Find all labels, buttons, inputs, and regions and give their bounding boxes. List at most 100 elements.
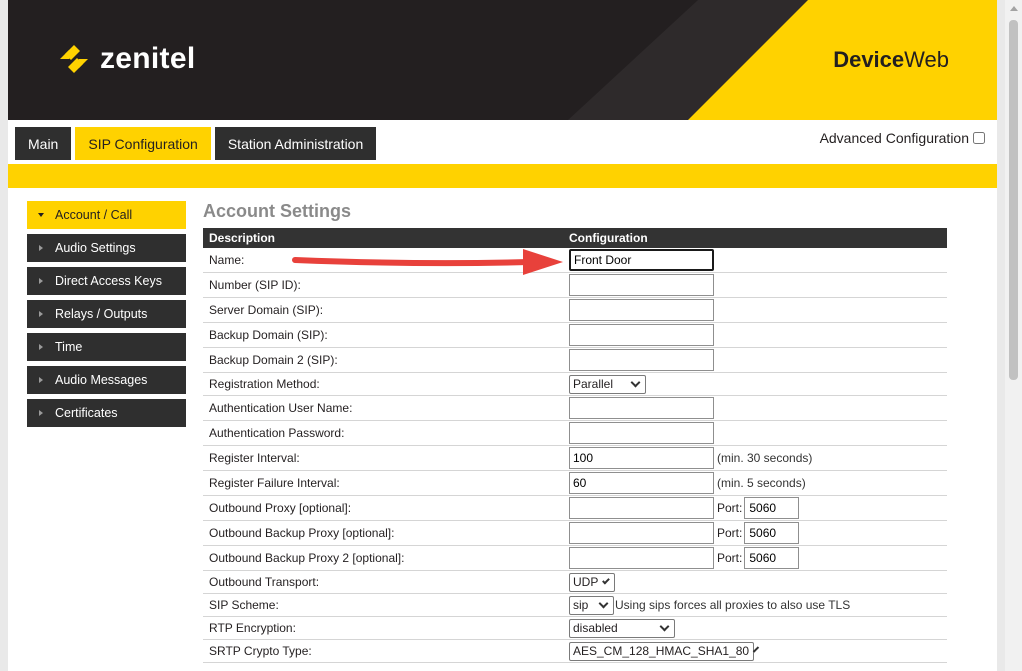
caret-right-icon — [39, 377, 43, 383]
caret-right-icon — [39, 344, 43, 350]
row-label: Backup Domain (SIP): — [209, 328, 328, 342]
sidebar-item-label: Audio Messages — [55, 373, 148, 387]
select-value: disabled — [573, 621, 618, 635]
sidebar-item-audio-messages[interactable]: Audio Messages — [27, 366, 186, 394]
sidebar-item-direct-access-keys[interactable]: Direct Access Keys — [27, 267, 186, 295]
table-row: Authentication Password: — [203, 421, 947, 446]
table-row: Outbound Transport: UDP — [203, 571, 947, 594]
table-row: Backup Domain (SIP): — [203, 323, 947, 348]
logo: zenitel — [56, 41, 195, 77]
table-row: SIP Scheme: sip Using sips forces all pro… — [203, 594, 947, 617]
outbound-backup-proxy-2-port-input[interactable] — [744, 547, 800, 569]
outbound-backup-proxy-input[interactable] — [569, 522, 714, 544]
select-value: AES_CM_128_HMAC_SHA1_80 — [573, 644, 750, 658]
caret-right-icon — [39, 278, 43, 284]
server-domain-input[interactable] — [569, 299, 714, 321]
row-label: Name: — [209, 253, 245, 267]
hint-text: (min. 5 seconds) — [717, 476, 806, 490]
advanced-configuration-label: Advanced Configuration — [819, 130, 969, 146]
row-label: Backup Domain 2 (SIP): — [209, 353, 338, 367]
register-failure-interval-input[interactable] — [569, 472, 714, 494]
sidebar-item-label: Account / Call — [55, 208, 133, 222]
outbound-backup-proxy-2-input[interactable] — [569, 547, 714, 569]
table-row: Outbound Backup Proxy 2 [optional]: Port… — [203, 546, 947, 571]
outbound-proxy-input[interactable] — [569, 497, 714, 519]
row-label: Register Interval: — [209, 451, 300, 465]
port-label: Port: — [717, 551, 743, 565]
sidebar-item-relays-outputs[interactable]: Relays / Outputs — [27, 300, 186, 328]
product-name: DeviceWeb — [833, 47, 949, 73]
sip-scheme-select[interactable]: sip — [569, 595, 614, 615]
number-input[interactable] — [569, 274, 714, 296]
chevron-down-icon — [659, 621, 670, 632]
row-label: SRTP Crypto Type: — [209, 644, 312, 658]
table-row: Server Domain (SIP): — [203, 298, 947, 323]
table-row: Registration Method: Parallel — [203, 373, 947, 396]
advanced-configuration-checkbox[interactable] — [973, 132, 985, 144]
port-label: Port: — [717, 501, 743, 515]
name-input[interactable] — [569, 249, 714, 271]
row-label: Outbound Backup Proxy 2 [optional]: — [209, 551, 405, 565]
scrollbar-thumb[interactable] — [1009, 20, 1018, 380]
hint-text: (min. 30 seconds) — [717, 451, 813, 465]
table-row: Number (SIP ID): — [203, 273, 947, 298]
srtp-crypto-type-select[interactable]: AES_CM_128_HMAC_SHA1_80 — [569, 641, 760, 661]
chevron-down-icon — [602, 576, 610, 585]
row-label: SIP Scheme: — [209, 598, 279, 612]
sidebar-item-label: Certificates — [55, 406, 118, 420]
sidebar-item-label: Relays / Outputs — [55, 307, 148, 321]
caret-down-icon — [38, 213, 44, 217]
row-label: Outbound Transport: — [209, 575, 320, 589]
sidebar-item-time[interactable]: Time — [27, 333, 186, 361]
select-value: sip — [573, 598, 589, 612]
select-value: UDP — [573, 575, 599, 589]
row-label: Outbound Backup Proxy [optional]: — [209, 526, 395, 540]
table-row: SRTP Crypto Type: AES_CM_128_HMAC_SHA1_8… — [203, 640, 947, 663]
table-row: Register Failure Interval: (min. 5 secon… — [203, 471, 947, 496]
table-row: Name: — [203, 248, 947, 273]
sidebar-item-label: Time — [55, 340, 83, 354]
hint-text: Using sips forces all proxies to also us… — [615, 598, 851, 612]
page-title: Account Settings — [203, 201, 352, 221]
product-name-rest: Web — [904, 47, 949, 72]
register-interval-input[interactable] — [569, 447, 714, 469]
vertical-scrollbar[interactable] — [1005, 0, 1022, 671]
tab-main[interactable]: Main — [15, 127, 72, 160]
chevron-down-icon — [630, 377, 641, 388]
auth-user-name-input[interactable] — [569, 397, 714, 419]
outbound-proxy-port-input[interactable] — [744, 497, 800, 519]
outbound-backup-proxy-port-input[interactable] — [744, 522, 800, 544]
header: zenitel DeviceWeb — [8, 0, 997, 120]
column-description: Description — [209, 231, 276, 245]
sidebar-item-account-call[interactable]: Account / Call — [27, 201, 186, 229]
tab-station-administration[interactable]: Station Administration — [214, 127, 377, 160]
caret-right-icon — [39, 311, 43, 317]
auth-password-input[interactable] — [569, 422, 714, 444]
tab-sip-configuration[interactable]: SIP Configuration — [75, 127, 211, 160]
row-label: Authentication User Name: — [209, 401, 353, 415]
table-header: Description Configuration — [203, 228, 947, 248]
chevron-down-icon — [752, 646, 760, 653]
outbound-transport-select[interactable]: UDP — [569, 572, 615, 592]
sidebar-item-certificates[interactable]: Certificates — [27, 399, 186, 427]
table-row: Outbound Proxy [optional]: Port: — [203, 496, 947, 521]
sidebar-item-audio-settings[interactable]: Audio Settings — [27, 234, 186, 262]
backup-domain-2-input[interactable] — [569, 349, 714, 371]
account-settings-panel: Account Settings Description Configurati… — [203, 201, 947, 663]
table-row: Authentication User Name: — [203, 396, 947, 421]
brand-name: zenitel — [100, 42, 196, 75]
backup-domain-input[interactable] — [569, 324, 714, 346]
row-label: Number (SIP ID): — [209, 278, 301, 292]
page: zenitel DeviceWeb Main SIP Configuration… — [8, 0, 997, 671]
registration-method-select[interactable]: Parallel — [569, 374, 646, 394]
main-tabs: Main SIP Configuration Station Administr… — [15, 127, 377, 160]
product-name-bold: Device — [833, 47, 905, 72]
row-label: Outbound Proxy [optional]: — [209, 501, 352, 515]
rtp-encryption-select[interactable]: disabled — [569, 618, 675, 638]
sidebar-item-label: Audio Settings — [55, 241, 136, 255]
chevron-down-icon — [598, 598, 609, 609]
select-value: Parallel — [573, 377, 614, 391]
scroll-up-icon[interactable] — [1010, 6, 1018, 11]
table-row: Register Interval: (min. 30 seconds) — [203, 446, 947, 471]
table-row: Outbound Backup Proxy [optional]: Port: — [203, 521, 947, 546]
